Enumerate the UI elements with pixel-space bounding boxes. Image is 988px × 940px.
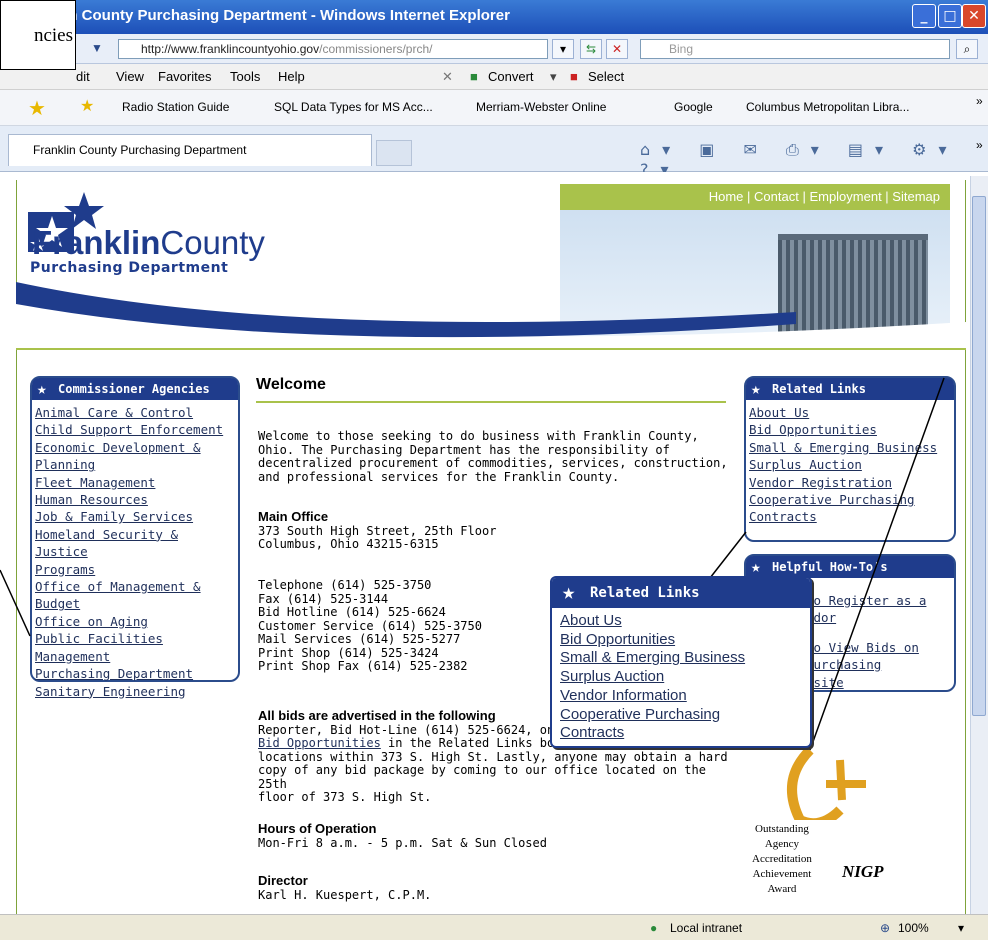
status-zone: Local intranet bbox=[670, 921, 743, 935]
zoom-links-list: About Us Bid Opportunities Small & Emerg… bbox=[552, 608, 810, 743]
star-icon: ★ bbox=[562, 580, 576, 605]
status-bar: ● Local intranet ⊕ 100% ▾ bbox=[0, 914, 988, 940]
zoom-icon[interactable]: ⊕ bbox=[880, 921, 890, 935]
panel-title: Related Links bbox=[590, 585, 700, 601]
status-zoom[interactable]: 100% bbox=[898, 921, 929, 935]
zoom-link[interactable]: Cooperative Purchasing bbox=[552, 706, 810, 725]
zoom-link[interactable]: Bid Opportunities bbox=[552, 631, 810, 650]
zoom-link[interactable]: Contracts bbox=[552, 724, 810, 743]
zoom-link[interactable]: Vendor Information bbox=[552, 687, 810, 706]
callout-lines bbox=[0, 377, 945, 751]
zoom-dropdown-icon[interactable]: ▾ bbox=[958, 921, 964, 935]
zoom-link[interactable]: Small & Emerging Business bbox=[552, 649, 810, 668]
zoom-link[interactable]: About Us bbox=[552, 612, 810, 631]
zoom-link[interactable]: Surplus Auction bbox=[552, 668, 810, 687]
globe-icon: ● bbox=[650, 921, 658, 935]
zoomed-related-links-panel: ★ Related Links About Us Bid Opportunitie… bbox=[550, 576, 812, 748]
panel-header: ★ Related Links bbox=[552, 578, 810, 608]
